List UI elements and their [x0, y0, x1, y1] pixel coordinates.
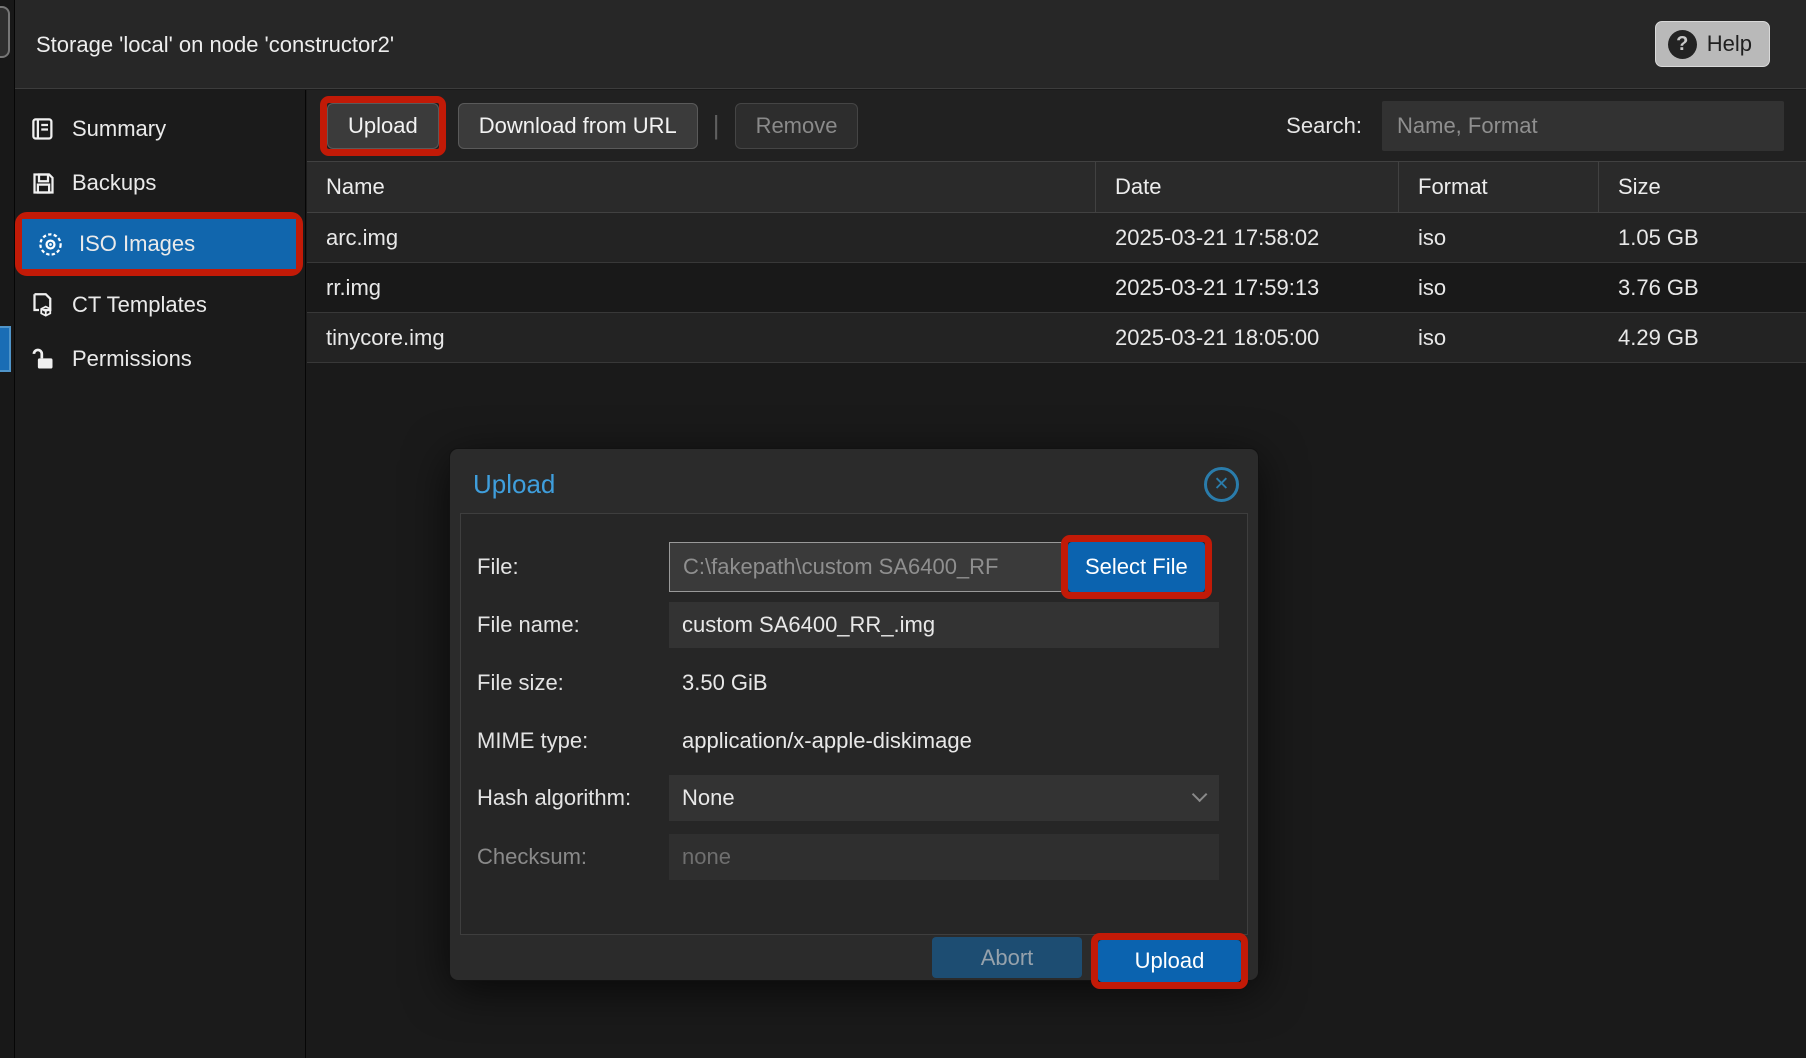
sidebar-item-label: Backups: [72, 170, 156, 196]
cell-format: iso: [1399, 213, 1599, 262]
checksum-label: Checksum:: [461, 844, 669, 870]
question-circle-icon: ?: [1668, 30, 1697, 59]
mime-type-value: application/x-apple-diskimage: [669, 718, 1219, 764]
table-header: Name Date Format Size: [307, 161, 1806, 213]
file-label: File:: [461, 554, 669, 580]
cell-format: iso: [1399, 263, 1599, 312]
annotation-box-iso-images: ISO Images: [15, 212, 303, 276]
file-name-label: File name:: [461, 612, 669, 638]
cell-name: arc.img: [307, 213, 1096, 262]
toolbar: Upload Download from URL | Remove Search…: [307, 90, 1806, 161]
sidebar-item-label: CT Templates: [72, 292, 207, 318]
table-row[interactable]: tinycore.img 2025-03-21 18:05:00 iso 4.2…: [307, 313, 1806, 363]
column-header-format[interactable]: Format: [1399, 162, 1599, 212]
annotation-box-select-file: Select File: [1061, 535, 1212, 599]
remove-button: Remove: [735, 103, 859, 149]
chevron-down-icon: [1192, 787, 1208, 803]
cell-format: iso: [1399, 313, 1599, 362]
unlock-icon: [30, 346, 57, 373]
file-name-row: File name: custom SA6400_RR_.img: [461, 602, 1247, 648]
sidebar-item-summary[interactable]: Summary: [15, 104, 305, 154]
column-header-size[interactable]: Size: [1599, 162, 1806, 212]
sidebar-item-label: Permissions: [72, 346, 192, 372]
tree-selection-fragment: [0, 326, 11, 372]
abort-button: Abort: [932, 937, 1082, 978]
cell-size: 4.29 GB: [1599, 313, 1806, 362]
file-size-row: File size: 3.50 GiB: [461, 660, 1247, 706]
select-file-button[interactable]: Select File: [1068, 542, 1205, 592]
file-name-field[interactable]: custom SA6400_RR_.img: [669, 602, 1219, 648]
annotation-box-upload-toolbar: Upload: [320, 96, 446, 156]
search-group: Search:: [1286, 101, 1784, 151]
upload-button[interactable]: Upload: [327, 103, 439, 149]
sidebar-item-iso-images[interactable]: ISO Images: [22, 219, 296, 269]
toolbar-separator: |: [713, 110, 720, 141]
header-bar: Storage 'local' on node 'constructor2' ?…: [15, 0, 1806, 89]
column-header-name[interactable]: Name: [307, 162, 1096, 212]
floppy-icon: [30, 170, 57, 197]
close-icon[interactable]: ✕: [1204, 467, 1239, 502]
upload-dialog: Upload ✕ File: C:\fakepath\custom SA6400…: [450, 449, 1258, 980]
cell-size: 1.05 GB: [1599, 213, 1806, 262]
search-label: Search:: [1286, 113, 1362, 139]
hash-algorithm-value: None: [682, 785, 735, 811]
sidebar-item-backups[interactable]: Backups: [15, 158, 305, 208]
dialog-title: Upload: [473, 469, 555, 500]
file-size-value: 3.50 GiB: [669, 660, 1219, 706]
mime-type-label: MIME type:: [461, 728, 669, 754]
page-title: Storage 'local' on node 'constructor2': [36, 0, 394, 89]
file-size-label: File size:: [461, 670, 669, 696]
table-row[interactable]: rr.img 2025-03-21 17:59:13 iso 3.76 GB: [307, 263, 1806, 313]
checksum-row: Checksum:: [461, 834, 1247, 880]
collapsed-panel-tab: [0, 6, 10, 58]
file-row: File: C:\fakepath\custom SA6400_RF Selec…: [461, 542, 1247, 592]
search-input[interactable]: [1382, 101, 1784, 151]
sidebar-item-permissions[interactable]: Permissions: [15, 334, 305, 384]
dialog-body: File: C:\fakepath\custom SA6400_RF Selec…: [460, 513, 1248, 935]
download-from-url-button[interactable]: Download from URL: [458, 103, 698, 149]
help-button[interactable]: ? Help: [1655, 21, 1770, 67]
cd-icon: [37, 231, 64, 258]
sidebar-item-ct-templates[interactable]: CT Templates: [15, 280, 305, 330]
help-button-label: Help: [1707, 31, 1752, 57]
table-row[interactable]: arc.img 2025-03-21 17:58:02 iso 1.05 GB: [307, 213, 1806, 263]
file-path-input: C:\fakepath\custom SA6400_RF: [669, 542, 1062, 592]
book-icon: [30, 116, 57, 143]
column-header-date[interactable]: Date: [1096, 162, 1399, 212]
mime-type-row: MIME type: application/x-apple-diskimage: [461, 718, 1247, 764]
sidebar-item-label: ISO Images: [79, 231, 195, 257]
checksum-input: [669, 834, 1219, 880]
storage-sidebar: Summary Backups ISO Images CT Templates …: [15, 90, 306, 1058]
cell-date: 2025-03-21 18:05:00: [1096, 313, 1399, 362]
cell-name: rr.img: [307, 263, 1096, 312]
dialog-upload-button[interactable]: Upload: [1098, 940, 1241, 982]
storage-content-panel: Storage 'local' on node 'constructor2' ?…: [0, 0, 1806, 1058]
hash-algorithm-label: Hash algorithm:: [461, 785, 669, 811]
cell-date: 2025-03-21 17:59:13: [1096, 263, 1399, 312]
dialog-footer: Abort Upload: [460, 935, 1248, 980]
left-panel-edge: [0, 0, 15, 1058]
cell-size: 3.76 GB: [1599, 263, 1806, 312]
hash-algorithm-row: Hash algorithm: None: [461, 775, 1247, 821]
template-icon: [30, 292, 57, 319]
cell-name: tinycore.img: [307, 313, 1096, 362]
cell-date: 2025-03-21 17:58:02: [1096, 213, 1399, 262]
hash-algorithm-select[interactable]: None: [669, 775, 1219, 821]
annotation-box-upload-dialog: Upload: [1091, 933, 1248, 989]
sidebar-item-label: Summary: [72, 116, 166, 142]
